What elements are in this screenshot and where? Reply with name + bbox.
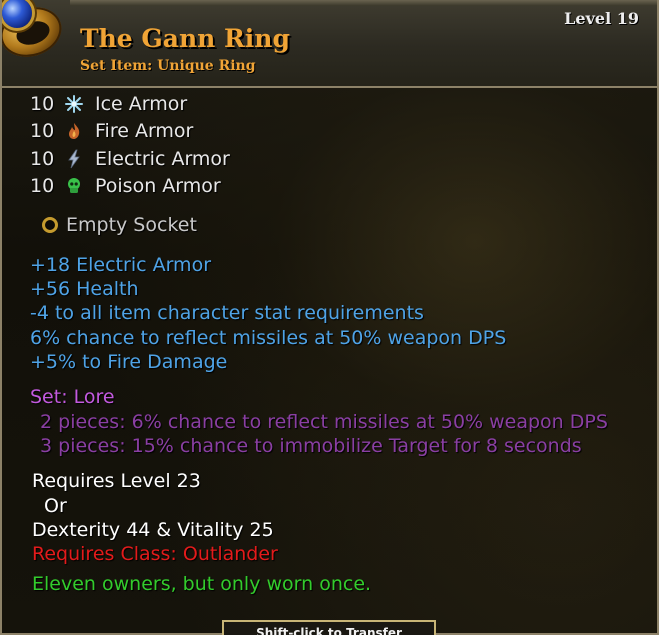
set-bonus-line: 2 pieces: 6% chance to reflect missiles … — [40, 411, 608, 433]
armor-row-poison: 10 Poison Armor — [30, 175, 330, 197]
socket-ring-icon — [42, 217, 58, 233]
armor-label: Fire Armor — [95, 120, 194, 142]
poison-skull-icon — [68, 178, 80, 193]
class-requirement: Requires Class: Outlander — [32, 543, 278, 565]
lightning-icon — [68, 149, 80, 169]
armor-row-fire: 10 Fire Armor — [30, 120, 330, 142]
armor-row-ice: 10 Ice Armor — [30, 93, 330, 115]
empty-socket-label: Empty Socket — [66, 214, 197, 236]
header-trim — [70, 0, 659, 6]
item-type: Set Item: Unique Ring — [80, 58, 256, 74]
armor-label: Electric Armor — [95, 148, 230, 170]
flavor-text: Eleven owners, but only worn once. — [32, 573, 372, 595]
bonus-line: +56 Health — [30, 278, 139, 300]
item-name: The Gann Ring — [80, 24, 290, 53]
item-level: Level 19 — [564, 9, 639, 28]
stat-requirement: Dexterity 44 & Vitality 25 — [32, 519, 274, 541]
requirement-or: Or — [44, 495, 67, 517]
armor-value: 10 — [30, 93, 55, 115]
armor-row-electric: 10 Electric Armor — [30, 148, 330, 170]
armor-label: Ice Armor — [95, 93, 188, 115]
armor-value: 10 — [30, 175, 55, 197]
bonus-line: 6% chance to reflect missiles at 50% wea… — [30, 327, 507, 349]
bonus-line: -4 to all item character stat requiremen… — [30, 302, 424, 324]
armor-value: 10 — [30, 148, 55, 170]
item-tooltip: The Gann Ring Set Item: Unique Ring Leve… — [0, 0, 659, 635]
footer-label: Shift-click to Transfer — [256, 626, 402, 635]
armor-label: Poison Armor — [95, 175, 221, 197]
snowflake-icon — [65, 95, 83, 113]
bonus-line: +18 Electric Armor — [30, 254, 212, 276]
shift-click-transfer-hint: Shift-click to Transfer — [222, 620, 436, 635]
set-name: Set: Lore — [30, 386, 115, 408]
armor-value: 10 — [30, 120, 55, 142]
set-bonus-line: 3 pieces: 15% chance to immobilize Targe… — [40, 435, 582, 457]
ring-icon — [0, 0, 74, 72]
tooltip-header: The Gann Ring Set Item: Unique Ring Leve… — [0, 0, 659, 88]
level-requirement: Requires Level 23 — [32, 470, 201, 492]
flame-icon — [69, 123, 80, 139]
bonus-line: +5% to Fire Damage — [30, 351, 228, 373]
